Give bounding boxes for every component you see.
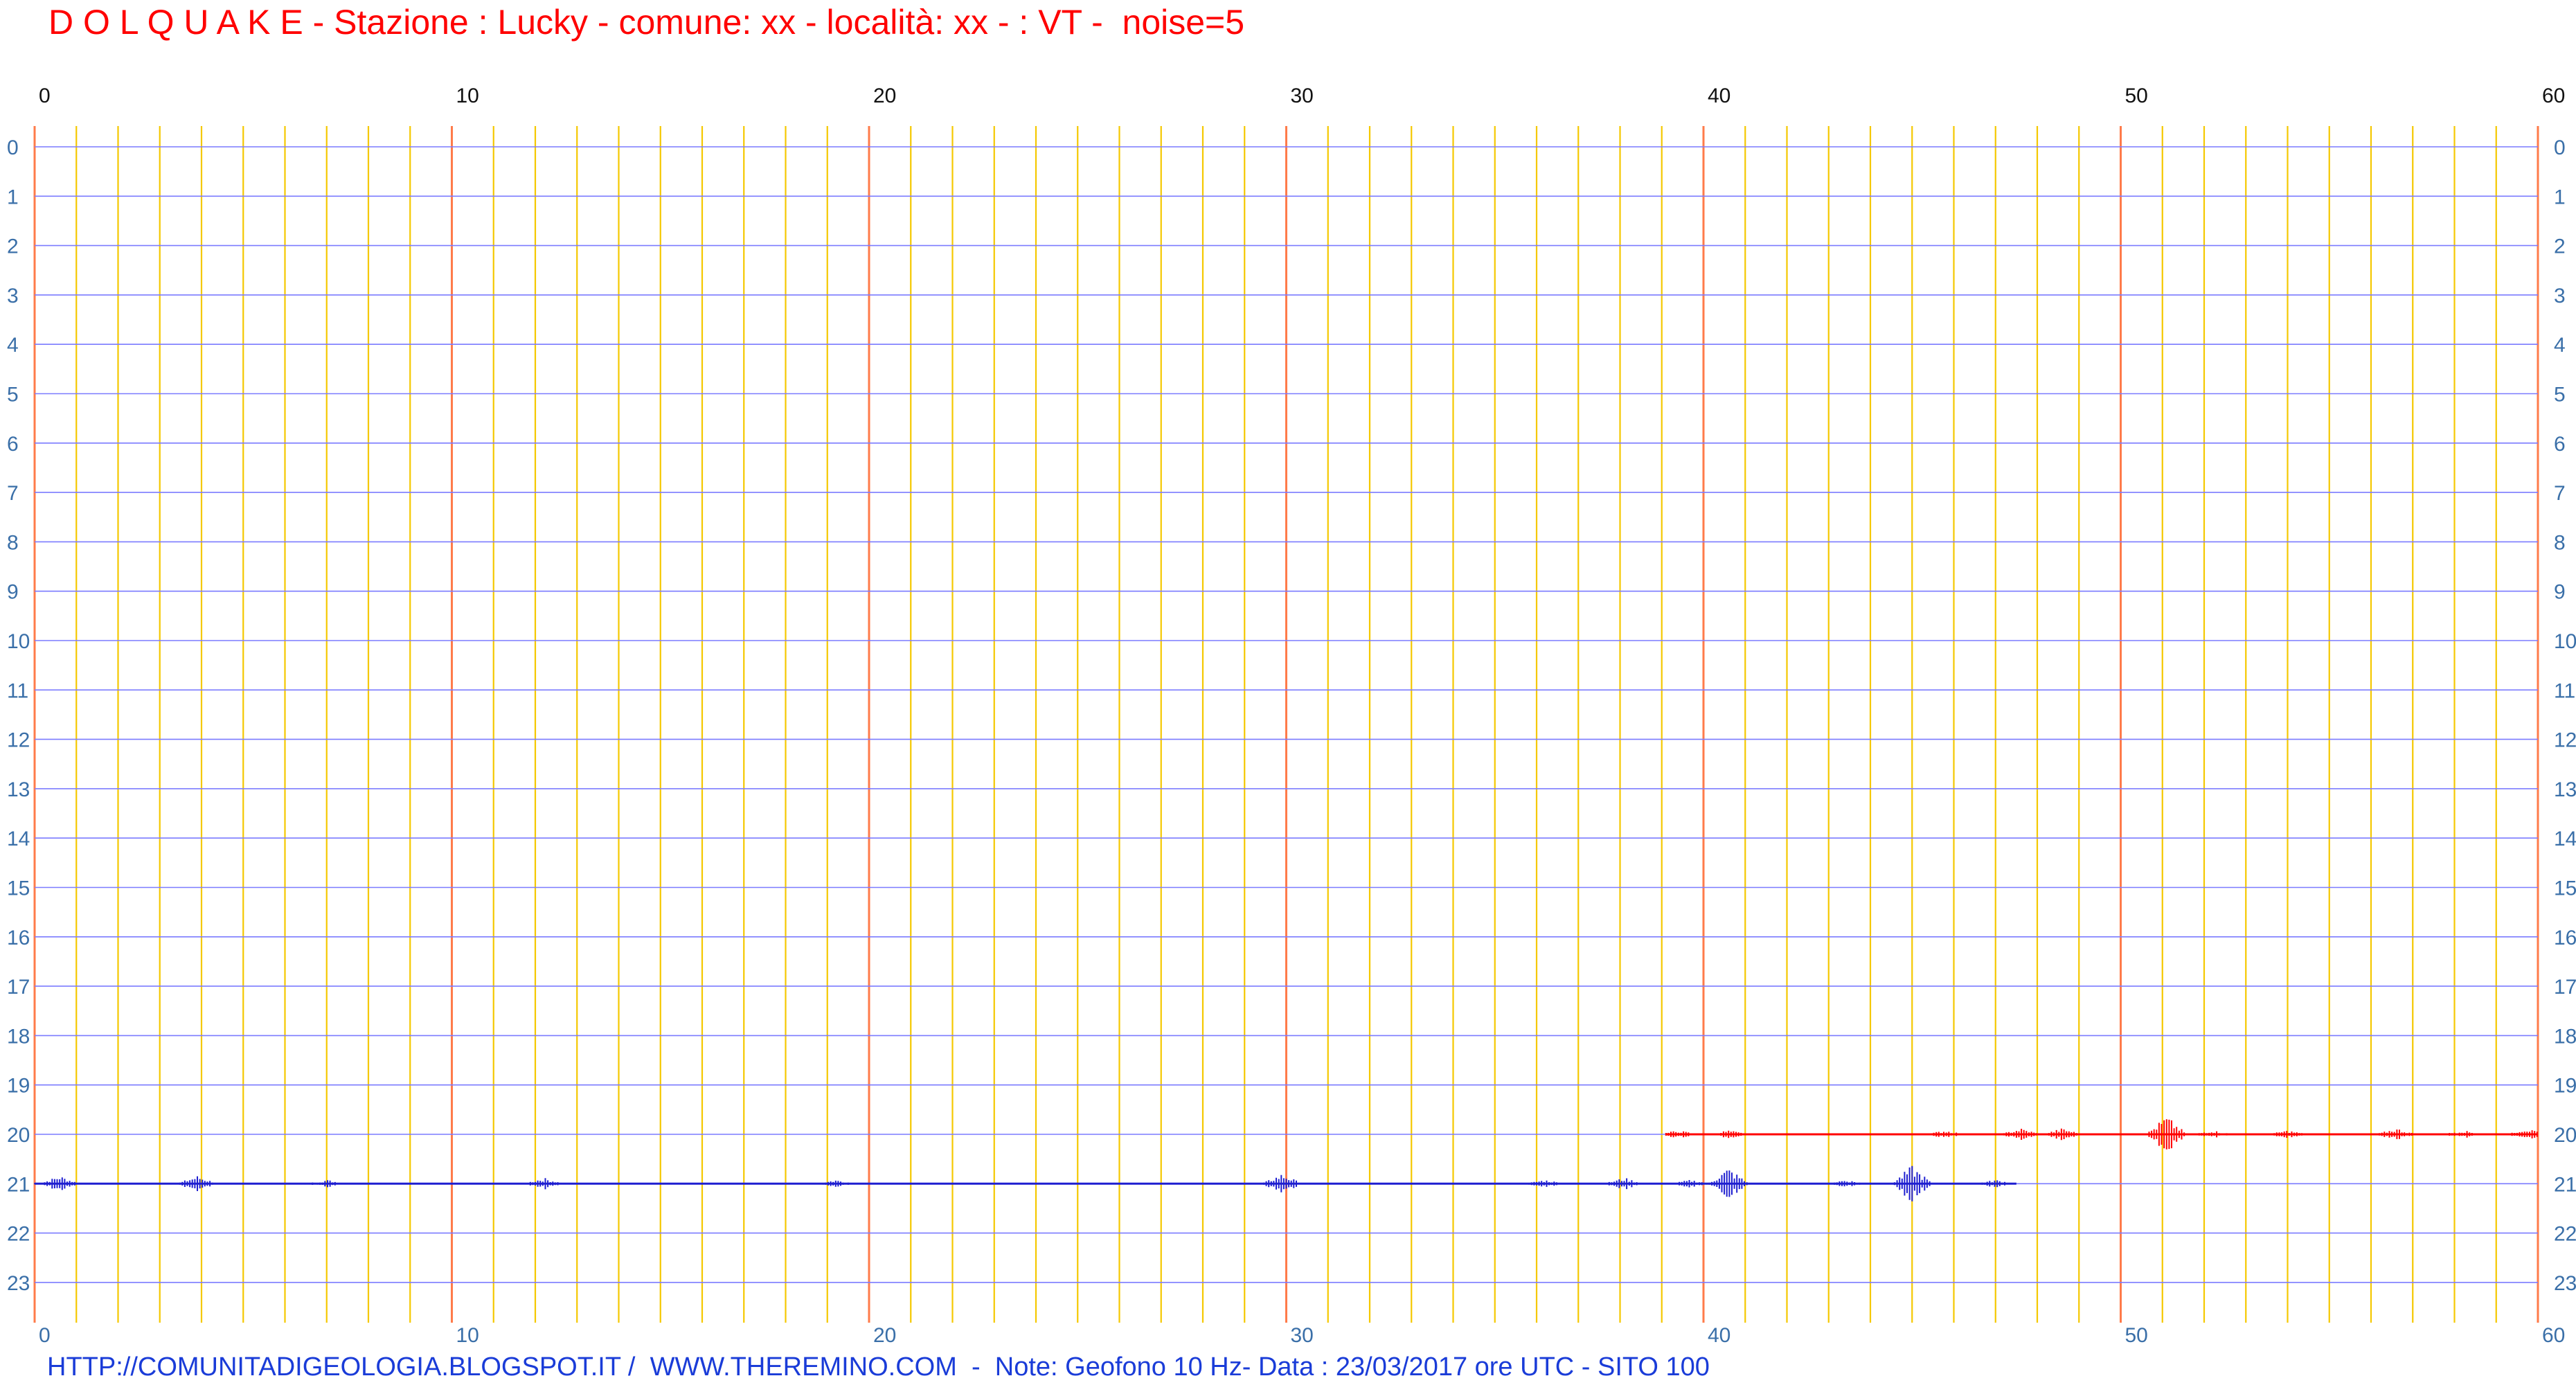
minute-label-top: 60 xyxy=(2542,84,2565,107)
hour-label-right: 17 xyxy=(2554,976,2576,999)
hour-label-left: 2 xyxy=(7,235,19,258)
hour-label-left: 1 xyxy=(7,186,19,208)
hour-label-left: 5 xyxy=(7,384,19,406)
hour-label-left: 23 xyxy=(7,1272,30,1295)
hour-label-left: 12 xyxy=(7,729,30,752)
hour-label-right: 20 xyxy=(2554,1124,2576,1147)
hour-label-right: 21 xyxy=(2554,1173,2576,1196)
minute-label-bottom: 50 xyxy=(2125,1324,2148,1347)
grid xyxy=(33,126,2539,1323)
minute-label-bottom: 60 xyxy=(2542,1324,2565,1347)
hour-label-right: 3 xyxy=(2554,285,2566,307)
hour-label-right: 23 xyxy=(2554,1272,2576,1295)
hour-label-right: 8 xyxy=(2554,531,2566,554)
hour-label-right: 0 xyxy=(2554,136,2566,159)
hour-label-right: 2 xyxy=(2554,235,2566,258)
hour-label-left: 7 xyxy=(7,482,19,505)
tick-labels: 0 01 12 23 34 45 56 67 78 89 910 1011 1112 1213 1314 14… xyxy=(7,84,2576,1347)
hour-label-left: 22 xyxy=(7,1223,30,1246)
hour-label-left: 21 xyxy=(7,1173,30,1196)
hour-label-right: 4 xyxy=(2554,334,2566,357)
hour-label-right: 12 xyxy=(2554,729,2576,752)
hour-label-left: 15 xyxy=(7,877,30,900)
trace-signal xyxy=(1665,1119,2538,1150)
hour-label-left: 8 xyxy=(7,531,19,554)
minute-label-top: 20 xyxy=(873,84,896,107)
hour-label-right: 10 xyxy=(2554,630,2576,653)
hour-label-right: 6 xyxy=(2554,433,2566,456)
hour-label-right: 15 xyxy=(2554,877,2576,900)
hour-label-left: 19 xyxy=(7,1075,30,1098)
hour-label-left: 14 xyxy=(7,828,30,850)
minute-label-top: 30 xyxy=(1291,84,1314,107)
minute-label-top: 0 xyxy=(39,84,51,107)
minute-label-top: 10 xyxy=(456,84,479,107)
hour-label-left: 18 xyxy=(7,1025,30,1048)
hour-label-left: 6 xyxy=(7,433,19,456)
minute-label-top: 40 xyxy=(1708,84,1730,107)
trace-hour-20 xyxy=(1665,1119,2538,1150)
hour-label-right: 13 xyxy=(2554,778,2576,801)
footer-note: HTTP://COMUNITADIGEOLOGIA.BLOGSPOT.IT / … xyxy=(47,1352,1710,1382)
hour-label-left: 20 xyxy=(7,1124,30,1147)
hour-label-left: 13 xyxy=(7,778,30,801)
hour-label-right: 16 xyxy=(2554,927,2576,949)
hour-label-left: 17 xyxy=(7,976,30,999)
hour-label-left: 0 xyxy=(7,136,19,159)
hour-label-right: 9 xyxy=(2554,581,2566,604)
minute-label-bottom: 20 xyxy=(873,1324,896,1347)
minute-label-bottom: 30 xyxy=(1291,1324,1314,1347)
seismogram-plot: 0 01 12 23 34 45 56 67 78 89 910 1011 1112 1213 1314 14… xyxy=(7,84,2576,1347)
hour-label-left: 4 xyxy=(7,334,19,357)
hour-label-right: 19 xyxy=(2554,1075,2576,1098)
hour-label-right: 22 xyxy=(2554,1223,2576,1246)
minute-label-bottom: 40 xyxy=(1708,1324,1730,1347)
minute-label-top: 50 xyxy=(2125,84,2148,107)
hour-label-left: 9 xyxy=(7,581,19,604)
hour-label-left: 10 xyxy=(7,630,30,653)
hour-label-left: 3 xyxy=(7,285,19,307)
hour-label-right: 1 xyxy=(2554,186,2566,208)
hour-label-left: 16 xyxy=(7,927,30,949)
hour-label-right: 18 xyxy=(2554,1025,2576,1048)
hour-label-right: 14 xyxy=(2554,828,2576,850)
hour-label-right: 5 xyxy=(2554,384,2566,406)
trace-hour-21 xyxy=(34,1165,2016,1201)
hour-label-left: 11 xyxy=(7,679,28,702)
minute-label-bottom: 0 xyxy=(39,1324,51,1347)
hour-label-right: 7 xyxy=(2554,482,2566,505)
hour-label-right: 11 xyxy=(2554,679,2575,702)
minute-label-bottom: 10 xyxy=(456,1324,479,1347)
